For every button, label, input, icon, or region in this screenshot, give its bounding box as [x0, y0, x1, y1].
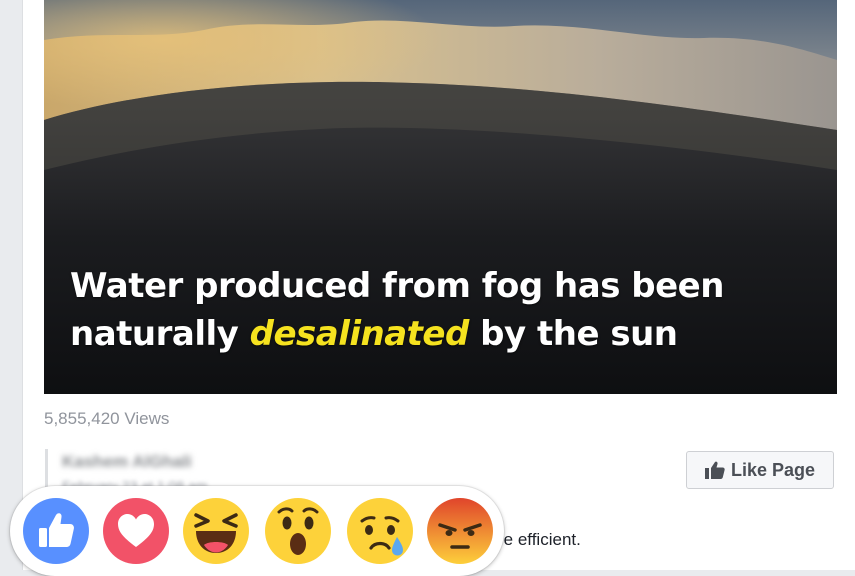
angry-reaction-icon — [427, 498, 493, 564]
reactions-bar — [10, 486, 504, 576]
like-reaction-icon — [23, 498, 89, 564]
like-page-label: Like Page — [730, 459, 816, 480]
thumbs-up-icon — [704, 461, 725, 479]
love-reaction-icon — [103, 498, 169, 564]
reaction-angry-button[interactable] — [426, 497, 494, 565]
reaction-wow-button[interactable] — [264, 497, 332, 565]
video-caption: Water produced from fog has been natural… — [70, 262, 810, 358]
reaction-sad-button[interactable] — [346, 497, 414, 565]
reaction-love-button[interactable] — [102, 497, 170, 565]
quote-bar — [45, 449, 48, 489]
reaction-like-button[interactable] — [22, 497, 90, 565]
like-page-button[interactable]: Like Page — [686, 451, 834, 489]
sad-reaction-icon — [347, 498, 413, 564]
haha-reaction-icon — [183, 498, 249, 564]
reaction-haha-button[interactable] — [182, 497, 250, 565]
video-player[interactable]: Water produced from fog has been natural… — [44, 0, 837, 394]
caption-text-end: by the sun — [480, 314, 678, 354]
caption-highlight: desalinated — [249, 314, 470, 354]
left-rail — [0, 0, 22, 570]
author-name[interactable]: Kashem AlGhali — [62, 452, 192, 472]
view-count: 5,855,420 Views — [44, 409, 170, 428]
post-body-text: re efficient. — [498, 530, 581, 549]
wow-reaction-icon — [265, 498, 331, 564]
